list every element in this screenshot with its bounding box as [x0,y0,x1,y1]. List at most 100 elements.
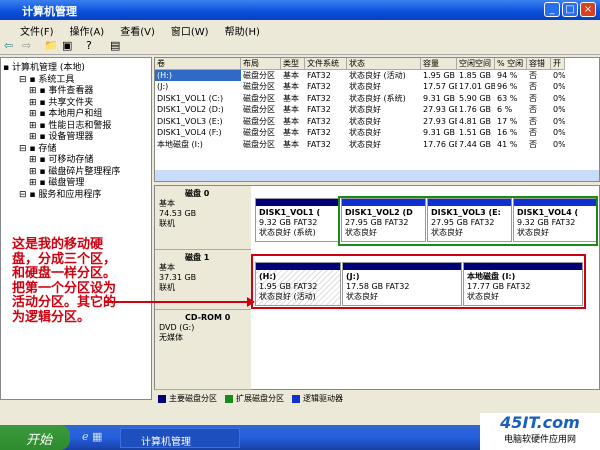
partition-type-bar [256,199,339,206]
table-cell: 0% [553,105,565,114]
table-row[interactable]: DISK1_VOL4 (F:) 磁盘分区 基本 FAT32 状态良好 9.31 GB 1.5… [155,127,599,139]
table-cell: DISK1_VOL4 (F:) [157,128,222,137]
tree-item[interactable]: ⊞ ▪ 本地用户和组 [3,106,149,119]
forward-icon[interactable]: ⇨ [22,39,31,52]
properties-icon[interactable]: ▤ [110,39,120,52]
table-cell: FAT32 [307,93,331,103]
table-cell: FAT32 [307,70,331,80]
column-header[interactable]: 文件系统 [305,58,347,70]
menu-bar: 文件(F) 操作(A) 查看(V) 窗口(W) 帮助(H) [0,20,600,38]
annotation-text: 这是我的移动硬盘，分成三个区，和硬盘一样分区。把第一个分区设为活动分区。其它的为… [12,237,117,325]
table-row[interactable]: DISK1_VOL2 (D:) 磁盘分区 基本 FAT32 状态良好 27.93 GB 1.… [155,104,599,116]
list-header[interactable]: 卷布局 类型 文件系统 状态 容量 空闲空间% 空闲 容错开 [155,58,599,70]
legend-swatch [158,394,166,403]
table-cell: 基本 [283,105,299,114]
disk-label[interactable]: CD-ROM 0 DVD (G:) 无媒体 [155,310,251,390]
back-icon[interactable]: ⇦ [4,39,13,52]
tree-node-icon: ⊟ ▪ [19,189,39,200]
maximize-button[interactable]: □ [562,2,578,17]
table-cell: 否 [529,116,537,126]
tree-item[interactable]: ⊞ ▪ 磁盘碎片整理程序 [3,164,149,177]
tree-item[interactable]: ⊞ ▪ 可移动存储 [3,152,149,165]
help-icon[interactable]: ? [86,39,92,52]
tree-item[interactable]: ⊟ ▪ 存储 [3,141,149,154]
tree-item[interactable]: ⊟ ▪ 系统工具 [3,72,149,85]
disk-type: 基本 [159,199,175,208]
table-cell: 磁盘分区 [243,139,275,149]
table-cell: FAT32 [307,139,331,149]
table-cell: 否 [529,139,537,149]
column-header[interactable]: 开 [551,58,565,70]
table-cell: 基本 [283,128,299,137]
table-cell: 27.93 GB [423,116,457,126]
start-button[interactable]: 开始 [0,425,70,450]
legend-label: 扩展磁盘分区 [236,394,284,403]
partition-block[interactable]: DISK1_VOL1 (9.32 GB FAT32 状态良好 (系统) [255,198,340,242]
column-header[interactable]: 布局 [241,58,281,70]
tree-item-label: 服务和应用程序 [38,189,102,200]
column-header[interactable]: % 空闲 [495,58,527,70]
tree-item[interactable]: ⊞ ▪ 共享文件夹 [3,95,149,108]
table-cell: 17.57 GB [423,82,457,91]
up-folder-icon[interactable]: 📁 [44,39,58,52]
column-header[interactable]: 类型 [281,58,305,70]
table-cell: 磁盘分区 [243,82,275,91]
column-header[interactable]: 状态 [347,58,421,70]
table-row[interactable]: DISK1_VOL1 (C:) 磁盘分区 基本 FAT32 状态良好 (系统) 9.31 … [155,93,599,105]
close-button[interactable]: × [580,2,596,17]
tree-item[interactable]: ⊞ ▪ 磁盘管理 [3,175,149,188]
tree-item[interactable]: ▪ 计算机管理 (本地) [3,60,149,73]
tree-item[interactable]: ⊞ ▪ 事件查看器 [3,83,149,96]
quicklaunch-ie-icon[interactable]: ℯ ▦ [82,430,102,443]
tree-item[interactable]: ⊟ ▪ 服务和应用程序 [3,187,149,200]
table-cell: 7.44 GB [459,139,492,149]
table-cell: 94 % [497,70,518,80]
disk-name: 磁盘 1 [185,253,210,262]
table-cell: 磁盘分区 [243,70,275,80]
tree-item[interactable]: ⊞ ▪ 性能日志和警报 [3,118,149,131]
table-cell: 状态良好 [349,128,381,137]
table-cell: 9.31 GB [423,93,456,103]
table-cell: DISK1_VOL1 (C:) [157,93,224,103]
table-cell: 1.51 GB [459,128,492,137]
table-cell: (H:) [155,69,241,81]
show-tree-icon[interactable]: ▣ [62,39,72,52]
table-cell: 基本 [283,139,299,149]
table-row[interactable]: (J:) 磁盘分区 基本 FAT32 状态良好 17.57 GB 17.01 GB 96 % 否… [155,81,599,93]
table-row[interactable]: DISK1_VOL3 (E:) 磁盘分区 基本 FAT32 状态良好 27.93 GB 4.… [155,116,599,128]
minimize-button[interactable]: _ [544,2,560,17]
tree-item[interactable]: ⊞ ▪ 设备管理器 [3,129,149,142]
table-cell: 1.76 GB [459,105,492,114]
column-header[interactable]: 卷 [155,58,241,70]
partition-status: 状态良好 (系统) [259,228,316,237]
table-cell: 0% [553,139,565,149]
table-cell: 基本 [283,93,299,103]
table-cell: 磁盘分区 [243,116,275,126]
extended-partition-outline [338,196,598,246]
watermark-subtitle: 电脑软硬件应用网 [503,435,576,445]
toolbar: ⇦ ⇨ 📁 ▣ ? ▤ [0,37,600,55]
table-cell: 17 % [497,116,518,126]
table-cell: 状态良好 [349,116,381,126]
disk-label[interactable]: 磁盘 0 基本 74.53 GB 联机 [155,186,251,250]
table-cell: 基本 [283,116,299,126]
column-header[interactable]: 空闲空间 [457,58,495,70]
horizontal-scrollbar[interactable] [155,170,599,181]
taskbar-item-computer-management[interactable]: 计算机管理 [120,428,240,448]
tree-node-icon: ▪ [3,63,12,73]
table-row[interactable]: 本地磁盘 (I:) 磁盘分区 基本 FAT32 状态良好 17.76 GB 7.44 GB 4… [155,139,599,151]
table-cell: 否 [529,82,537,91]
disk-status: 联机 [159,219,175,228]
table-cell: FAT32 [307,82,331,91]
table-cell: FAT32 [307,105,331,114]
table-cell: 0% [553,93,565,103]
table-cell: 磁盘分区 [243,128,275,137]
table-row[interactable]: (H:) 磁盘分区 基本 FAT32 状态良好 (活动) 1.95 GB 1.85 GB 94… [155,69,599,81]
watermark-logo: 45IT.com 电脑软硬件应用网 [480,413,600,450]
table-cell: FAT32 [307,116,331,126]
column-header[interactable]: 容量 [421,58,457,70]
column-header[interactable]: 容错 [527,58,551,70]
legend-swatch [225,394,233,403]
legend-swatch [292,394,300,403]
table-cell: 16 % [497,128,518,137]
